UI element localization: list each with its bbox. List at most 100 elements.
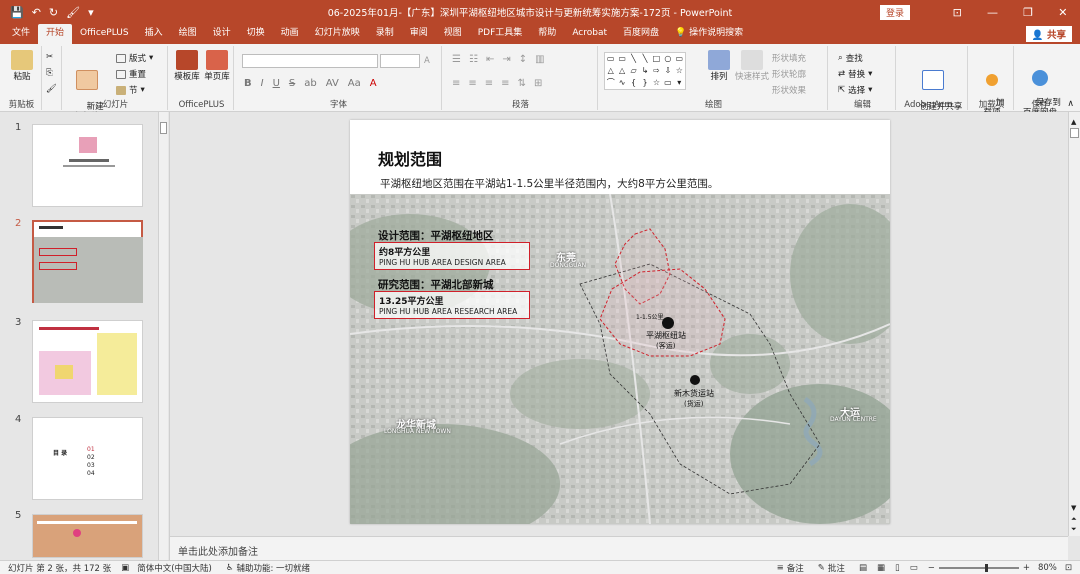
select-button[interactable]: ⇱ 选择 ▾ (838, 84, 872, 96)
next-slide-icon[interactable]: ⏷ (1071, 525, 1077, 534)
bullets-icon[interactable]: ☰ (452, 54, 461, 65)
tell-me-search[interactable]: 💡 操作说明搜索 (667, 24, 751, 44)
arrange-button[interactable]: 排列 (706, 50, 732, 82)
collapse-ribbon-icon[interactable]: ∧ (1067, 99, 1074, 109)
scroll-thumb[interactable] (1070, 128, 1079, 138)
design-area-box[interactable]: 约8平方公里 PING HU HUB AREA DESIGN AREA (374, 242, 530, 270)
scroll-thumb[interactable] (160, 122, 167, 134)
align-left-icon[interactable]: ≡ (452, 78, 460, 89)
shape-fill-button[interactable]: 形状填充 (772, 52, 806, 64)
align-center-icon[interactable]: ≡ (468, 78, 476, 89)
language-indicator[interactable]: 简体中文(中国大陆) (137, 562, 212, 574)
login-button[interactable]: 登录 (879, 4, 910, 20)
slide-subtitle[interactable]: 平湖枢纽地区范围在平湖站1-1.5公里半径范围内，大约8平方公里范围。 (380, 176, 718, 191)
prev-slide-icon[interactable]: ⏶ (1071, 515, 1077, 524)
tab-2[interactable]: OfficePLUS (72, 24, 137, 44)
tab-9[interactable]: 录制 (368, 24, 402, 44)
font-color-button[interactable]: A (370, 78, 377, 89)
slide-sorter-icon[interactable]: ▦ (877, 563, 885, 573)
underline-button[interactable]: U (273, 78, 280, 89)
spellcheck-icon[interactable]: ▣ (121, 563, 129, 573)
minimize-icon[interactable]: — (987, 6, 998, 19)
redo-icon[interactable]: ↻ (49, 6, 58, 19)
zoom-level[interactable]: 80% (1038, 563, 1057, 573)
map-image[interactable]: 约8平方公里 PING HU HUB AREA DESIGN AREA 设计范围… (350, 194, 890, 524)
decrease-indent-icon[interactable]: ⇤ (486, 54, 494, 65)
paste-button[interactable]: 粘贴 (8, 50, 36, 82)
research-area-box[interactable]: 13.25平方公里 PING HU HUB AREA RESEARCH AREA (374, 291, 530, 319)
line-spacing-icon[interactable]: ↕ (519, 54, 527, 65)
notes-pane[interactable]: 单击此处添加备注 (170, 536, 1068, 560)
tab-11[interactable]: 视图 (436, 24, 470, 44)
text-shadow-button[interactable]: ab (304, 78, 316, 89)
single-page-library-button[interactable]: 单页库 (202, 50, 232, 82)
research-area-heading[interactable]: 研究范围：平湖北部新城 (378, 277, 494, 292)
zoom-slider[interactable] (938, 563, 1019, 572)
tab-5[interactable]: 设计 (205, 24, 239, 44)
increase-indent-icon[interactable]: ⇥ (502, 54, 510, 65)
thumbnails-scrollbar[interactable] (158, 112, 168, 560)
format-painter-icon[interactable]: 🖌 (66, 6, 80, 19)
more-icon[interactable]: ▾ (88, 6, 94, 19)
normal-view-icon[interactable]: ▤ (859, 563, 867, 573)
format-brush-icon[interactable]: 🖌 (46, 84, 57, 94)
restore-icon[interactable]: ❐ (1023, 6, 1033, 19)
current-slide[interactable]: 规划范围 平湖枢纽地区范围在平湖站1-1.5公里半径范围内，大约8平方公里范围。 (350, 120, 890, 524)
font-name-input[interactable] (242, 54, 378, 68)
shape-outline-button[interactable]: 形状轮廓 (772, 68, 806, 80)
tab-10[interactable]: 审阅 (402, 24, 436, 44)
slide-thumbnail-3[interactable] (32, 320, 143, 403)
find-button[interactable]: ⌕ 查找 (838, 52, 863, 64)
accessibility-status[interactable]: 辅助功能: 一切就绪 (236, 562, 310, 574)
columns-icon[interactable]: ▥ (535, 54, 544, 65)
change-case-button[interactable]: Aa (348, 78, 361, 89)
reading-view-icon[interactable]: ▯ (895, 563, 900, 573)
slide-thumbnail-1[interactable] (32, 124, 143, 207)
zoom-slider-thumb[interactable] (984, 563, 988, 572)
quick-styles-button[interactable]: 快速样式 (734, 50, 770, 82)
tab-12[interactable]: PDF工具集 (470, 24, 531, 44)
comments-toggle[interactable]: 批注 (828, 562, 845, 574)
ribbon-display-icon[interactable]: ⊡ (953, 6, 962, 19)
notes-placeholder[interactable]: 单击此处添加备注 (178, 547, 258, 558)
font-size-input[interactable] (380, 54, 420, 68)
text-direction-icon[interactable]: ⇅ (518, 78, 526, 89)
section-button[interactable]: 节 ▾ (116, 84, 145, 96)
char-spacing-button[interactable]: AV (326, 78, 339, 89)
layout-button[interactable]: 版式 ▾ (116, 52, 153, 64)
tab-3[interactable]: 插入 (137, 24, 171, 44)
tab-1[interactable]: 开始 (38, 24, 73, 44)
shapes-gallery[interactable]: ▭ ▭ ╲ ╲ □ ○ ▭ △ △ ▱ ↳ ⇨ ⇩ ☆ ⌒ ∿{} ☆ ▭ ▾ (604, 52, 686, 90)
numbering-icon[interactable]: ☷ (469, 54, 478, 65)
tab-13[interactable]: 帮助 (530, 24, 564, 44)
tab-4[interactable]: 绘图 (171, 24, 205, 44)
slide-thumbnail-5[interactable] (32, 514, 143, 558)
strikethrough-button[interactable]: S (289, 78, 295, 89)
shape-effects-button[interactable]: 形状效果 (772, 84, 806, 96)
design-area-heading[interactable]: 设计范围：平湖枢纽地区 (378, 228, 494, 243)
template-library-button[interactable]: 模板库 (172, 50, 202, 82)
fit-slide-icon[interactable]: ⊡ (1065, 563, 1072, 573)
scroll-down-icon[interactable]: ▼ (1071, 504, 1076, 512)
notes-toggle[interactable]: 备注 (787, 562, 804, 574)
reset-button[interactable]: 重置 (116, 68, 146, 80)
tab-14[interactable]: Acrobat (564, 24, 615, 44)
bold-button[interactable]: B (244, 78, 252, 89)
slide-thumbnail-4[interactable]: 目 录 01 02 03 04 (32, 417, 143, 500)
slide-title[interactable]: 规划范围 (378, 146, 442, 170)
zoom-out-icon[interactable]: − (928, 563, 935, 573)
tab-0[interactable]: 文件 (4, 24, 38, 44)
slide-thumbnail-2[interactable] (32, 220, 143, 303)
tab-7[interactable]: 动画 (273, 24, 307, 44)
scroll-up-icon[interactable]: ▲ (1071, 118, 1076, 126)
share-button[interactable]: 👤 共享 (1025, 26, 1072, 42)
align-right-icon[interactable]: ≡ (485, 78, 493, 89)
tab-8[interactable]: 幻灯片放映 (307, 24, 368, 44)
save-icon[interactable]: 💾 (10, 6, 24, 19)
close-icon[interactable]: ✕ (1058, 6, 1067, 19)
tab-15[interactable]: 百度网盘 (615, 24, 667, 44)
replace-button[interactable]: ⇄ 替换 ▾ (838, 68, 872, 80)
zoom-in-icon[interactable]: + (1023, 563, 1030, 573)
undo-icon[interactable]: ↶ (32, 6, 41, 19)
cut-icon[interactable]: ✂ (46, 52, 53, 62)
